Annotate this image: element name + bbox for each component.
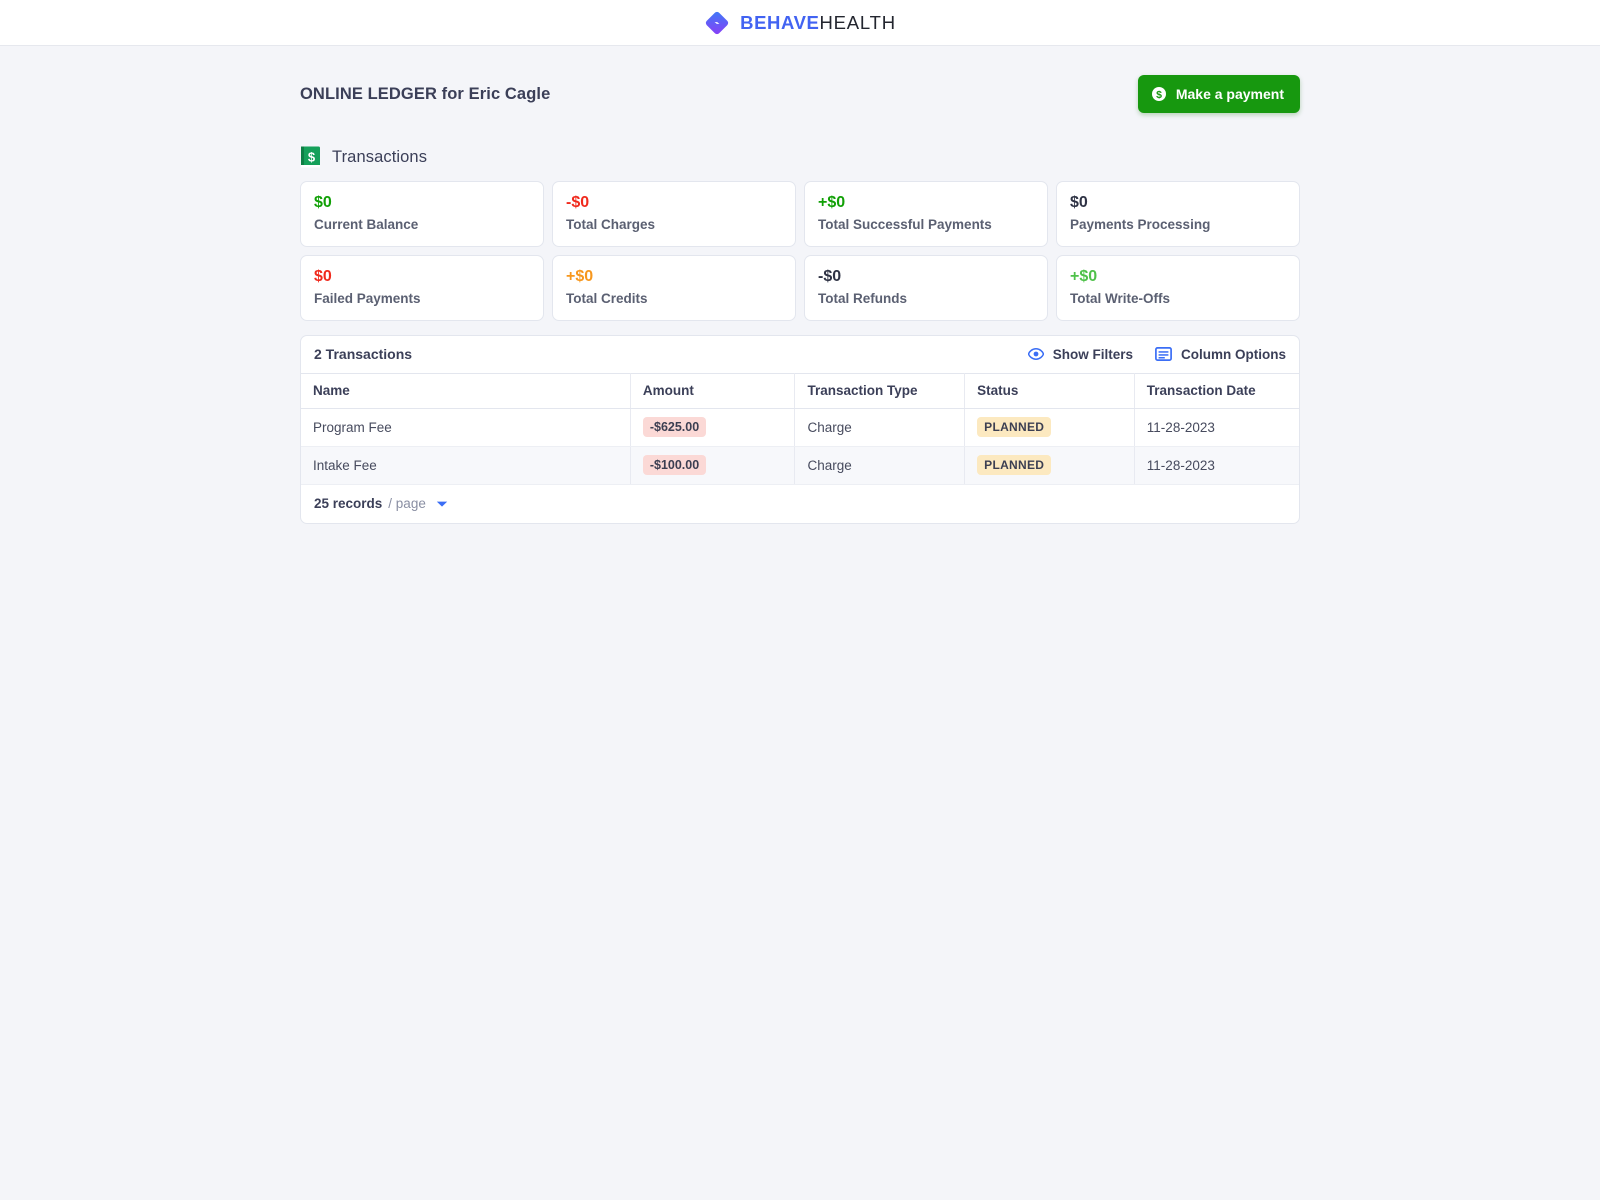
- brand-name-secondary: HEALTH: [819, 11, 896, 33]
- svg-text:$: $: [308, 150, 316, 165]
- cell-amount: -$100.00: [630, 446, 796, 485]
- table-footer: 25 records / page: [301, 485, 1299, 523]
- transactions-section-header: $ Transactions: [300, 146, 1300, 168]
- status-badge: PLANNED: [977, 455, 1052, 475]
- stat-value: +$0: [566, 268, 594, 285]
- svg-text:$: $: [1156, 89, 1162, 101]
- status-badge: PLANNED: [977, 417, 1052, 437]
- stat-card-total-write-offs: +$0 Total Write-Offs: [1056, 255, 1300, 321]
- columns-icon: [1155, 347, 1172, 361]
- cell-status: PLANNED: [964, 446, 1135, 485]
- amount-badge: -$625.00: [642, 417, 707, 437]
- cell-status: PLANNED: [964, 408, 1135, 447]
- cell-amount: -$625.00: [630, 408, 796, 447]
- column-options-button[interactable]: Column Options: [1155, 347, 1286, 362]
- stat-value: $0: [314, 194, 332, 211]
- cell-transaction-date: 11-28-2023: [1134, 446, 1299, 485]
- table-head: Name Amount Transaction Type Status Tran…: [301, 373, 1299, 409]
- brand-logo-group[interactable]: BEHAVEHEALTH: [704, 10, 896, 36]
- table-row[interactable]: Intake Fee -$100.00 Charge PLANNED 11-28…: [301, 446, 1299, 485]
- page-content: ONLINE LEDGER for Eric Cagle $ Make a pa…: [300, 46, 1300, 524]
- page-title: ONLINE LEDGER for Eric Cagle: [300, 84, 551, 103]
- records-per-page-value: 25 records: [314, 496, 383, 511]
- column-header-amount[interactable]: Amount: [630, 373, 796, 409]
- cell-transaction-type: Charge: [794, 446, 966, 485]
- stats-grid: $0 Current Balance -$0 Total Charges +$0…: [300, 181, 1300, 321]
- cell-name: Intake Fee: [301, 446, 631, 485]
- brand-name: BEHAVEHEALTH: [740, 12, 896, 34]
- records-per-page-suffix: / page: [388, 496, 426, 511]
- stat-label: Payments Processing: [1070, 217, 1211, 232]
- transactions-panel: 2 Transactions Show Filters Column Optio…: [300, 335, 1300, 524]
- stat-value: +$0: [1070, 268, 1098, 285]
- stat-value: -$0: [566, 194, 590, 211]
- show-filters-label: Show Filters: [1052, 346, 1133, 362]
- cell-transaction-date: 11-28-2023: [1134, 408, 1299, 447]
- stat-card-total-successful-payments: +$0 Total Successful Payments: [804, 181, 1048, 247]
- table-header-row: Name Amount Transaction Type Status Tran…: [301, 373, 1299, 409]
- stat-label: Total Refunds: [818, 291, 907, 306]
- stat-card-payments-processing: $0 Payments Processing: [1056, 181, 1300, 247]
- column-header-status[interactable]: Status: [964, 373, 1135, 409]
- column-header-transaction-date[interactable]: Transaction Date: [1134, 373, 1299, 409]
- records-per-page-select[interactable]: 25 records / page: [314, 496, 448, 511]
- stat-card-total-charges: -$0 Total Charges: [552, 181, 796, 247]
- column-options-label: Column Options: [1181, 346, 1286, 362]
- chevron-down-icon: [436, 501, 448, 507]
- stat-label: Total Credits: [566, 291, 648, 306]
- behave-diamond-logo-icon: [706, 11, 729, 34]
- amount-badge: -$100.00: [642, 455, 707, 475]
- stat-label: Total Charges: [566, 217, 656, 232]
- stat-label: Total Write-Offs: [1070, 291, 1170, 306]
- stat-card-current-balance: $0 Current Balance: [300, 181, 544, 247]
- stat-label: Current Balance: [314, 217, 419, 232]
- cell-transaction-type: Charge: [794, 408, 966, 447]
- transactions-section-title: Transactions: [332, 147, 428, 166]
- stat-label: Failed Payments: [314, 291, 421, 306]
- stat-label: Total Successful Payments: [818, 217, 992, 232]
- ledger-book-icon: $: [301, 146, 320, 168]
- transactions-table: Name Amount Transaction Type Status Tran…: [301, 373, 1299, 485]
- app-header: BEHAVEHEALTH: [0, 0, 1600, 46]
- make-a-payment-button[interactable]: $ Make a payment: [1137, 75, 1300, 113]
- dollar-coin-icon: $: [1151, 87, 1166, 101]
- column-header-transaction-type[interactable]: Transaction Type: [794, 373, 966, 409]
- page-header-row: ONLINE LEDGER for Eric Cagle $ Make a pa…: [300, 72, 1300, 116]
- stat-value: $0: [314, 268, 332, 285]
- show-filters-button[interactable]: Show Filters: [1027, 346, 1133, 362]
- eye-icon: [1027, 348, 1044, 360]
- toolbar-actions: Show Filters Column Options: [1027, 346, 1286, 362]
- cell-name: Program Fee: [301, 408, 631, 447]
- table-body: Program Fee -$625.00 Charge PLANNED 11-2…: [301, 408, 1299, 485]
- make-a-payment-label: Make a payment: [1175, 86, 1284, 102]
- stat-value: -$0: [818, 268, 842, 285]
- stat-value: +$0: [818, 194, 846, 211]
- brand-name-primary: BEHAVE: [740, 11, 820, 33]
- stat-card-total-refunds: -$0 Total Refunds: [804, 255, 1048, 321]
- table-row[interactable]: Program Fee -$625.00 Charge PLANNED 11-2…: [301, 408, 1299, 447]
- transactions-count: 2 Transactions: [314, 346, 413, 362]
- stat-card-total-credits: +$0 Total Credits: [552, 255, 796, 321]
- stat-value: $0: [1070, 194, 1088, 211]
- stat-card-failed-payments: $0 Failed Payments: [300, 255, 544, 321]
- column-header-name[interactable]: Name: [301, 373, 631, 409]
- transactions-toolbar: 2 Transactions Show Filters Column Optio…: [301, 336, 1299, 373]
